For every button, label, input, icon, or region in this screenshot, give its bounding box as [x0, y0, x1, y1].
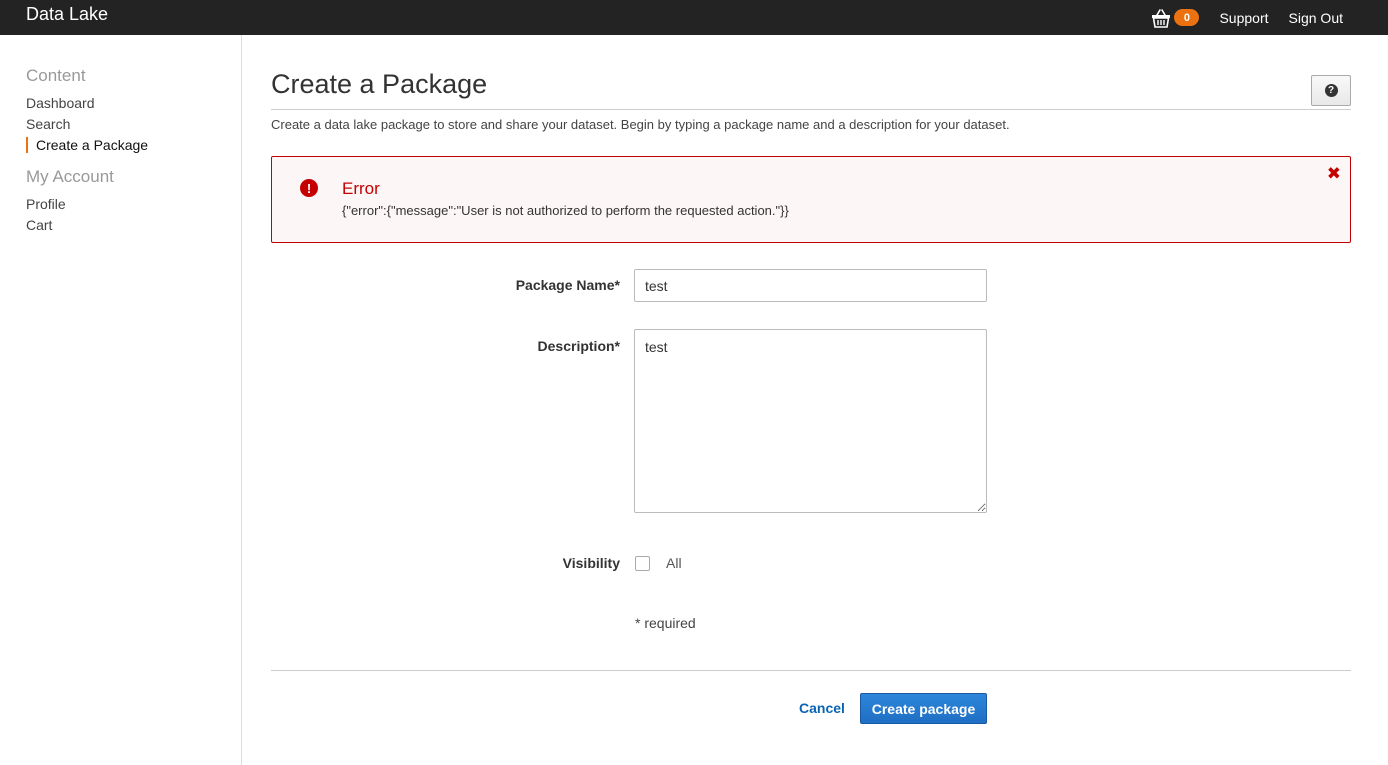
top-navbar: Data Lake 0 Support Sign Out: [0, 0, 1388, 35]
package-name-label: Package Name*: [515, 277, 620, 293]
description-label: Description*: [537, 338, 620, 354]
help-button[interactable]: ?: [1311, 75, 1351, 106]
error-alert: ! Error {"error":{"message":"User is not…: [271, 156, 1351, 243]
cancel-button[interactable]: Cancel: [799, 700, 845, 716]
sidebar-heading-my-account: My Account: [26, 167, 114, 186]
shopping-basket-icon[interactable]: [1150, 7, 1172, 29]
description-textarea[interactable]: test: [634, 329, 987, 513]
sidebar-item-cart[interactable]: Cart: [26, 217, 52, 233]
sidebar-item-create-package[interactable]: Create a Package: [26, 137, 148, 153]
page-description: Create a data lake package to store and …: [271, 117, 1010, 132]
visibility-all-checkbox[interactable]: [635, 556, 650, 571]
alert-title: Error: [342, 179, 380, 198]
required-note: * required: [635, 615, 696, 631]
alert-message: {"error":{"message":"User is not authori…: [342, 203, 789, 218]
question-circle-icon: ?: [1324, 84, 1338, 97]
sidebar-heading-content: Content: [26, 66, 86, 85]
cart-count-badge: 0: [1174, 9, 1200, 26]
title-divider: [271, 109, 1351, 110]
page-title: Create a Package: [271, 69, 488, 99]
sidebar: Content Dashboard Search Create a Packag…: [0, 35, 242, 765]
cart-link[interactable]: 0: [1150, 7, 1200, 29]
brand-title[interactable]: Data Lake: [26, 4, 108, 25]
form-divider: [271, 670, 1351, 671]
visibility-label: Visibility: [562, 555, 620, 571]
sign-out-link[interactable]: Sign Out: [1289, 10, 1343, 26]
create-package-button[interactable]: Create package: [860, 693, 987, 724]
sidebar-item-dashboard[interactable]: Dashboard: [26, 95, 95, 111]
top-nav-right: 0 Support Sign Out: [1150, 0, 1388, 35]
close-icon[interactable]: ✖: [1327, 164, 1341, 184]
exclamation-circle-icon: !: [300, 179, 318, 197]
support-link[interactable]: Support: [1219, 10, 1268, 26]
sidebar-item-profile[interactable]: Profile: [26, 196, 66, 212]
visibility-all-label[interactable]: All: [666, 555, 682, 571]
package-name-input[interactable]: [634, 269, 987, 302]
sidebar-item-search[interactable]: Search: [26, 116, 70, 132]
